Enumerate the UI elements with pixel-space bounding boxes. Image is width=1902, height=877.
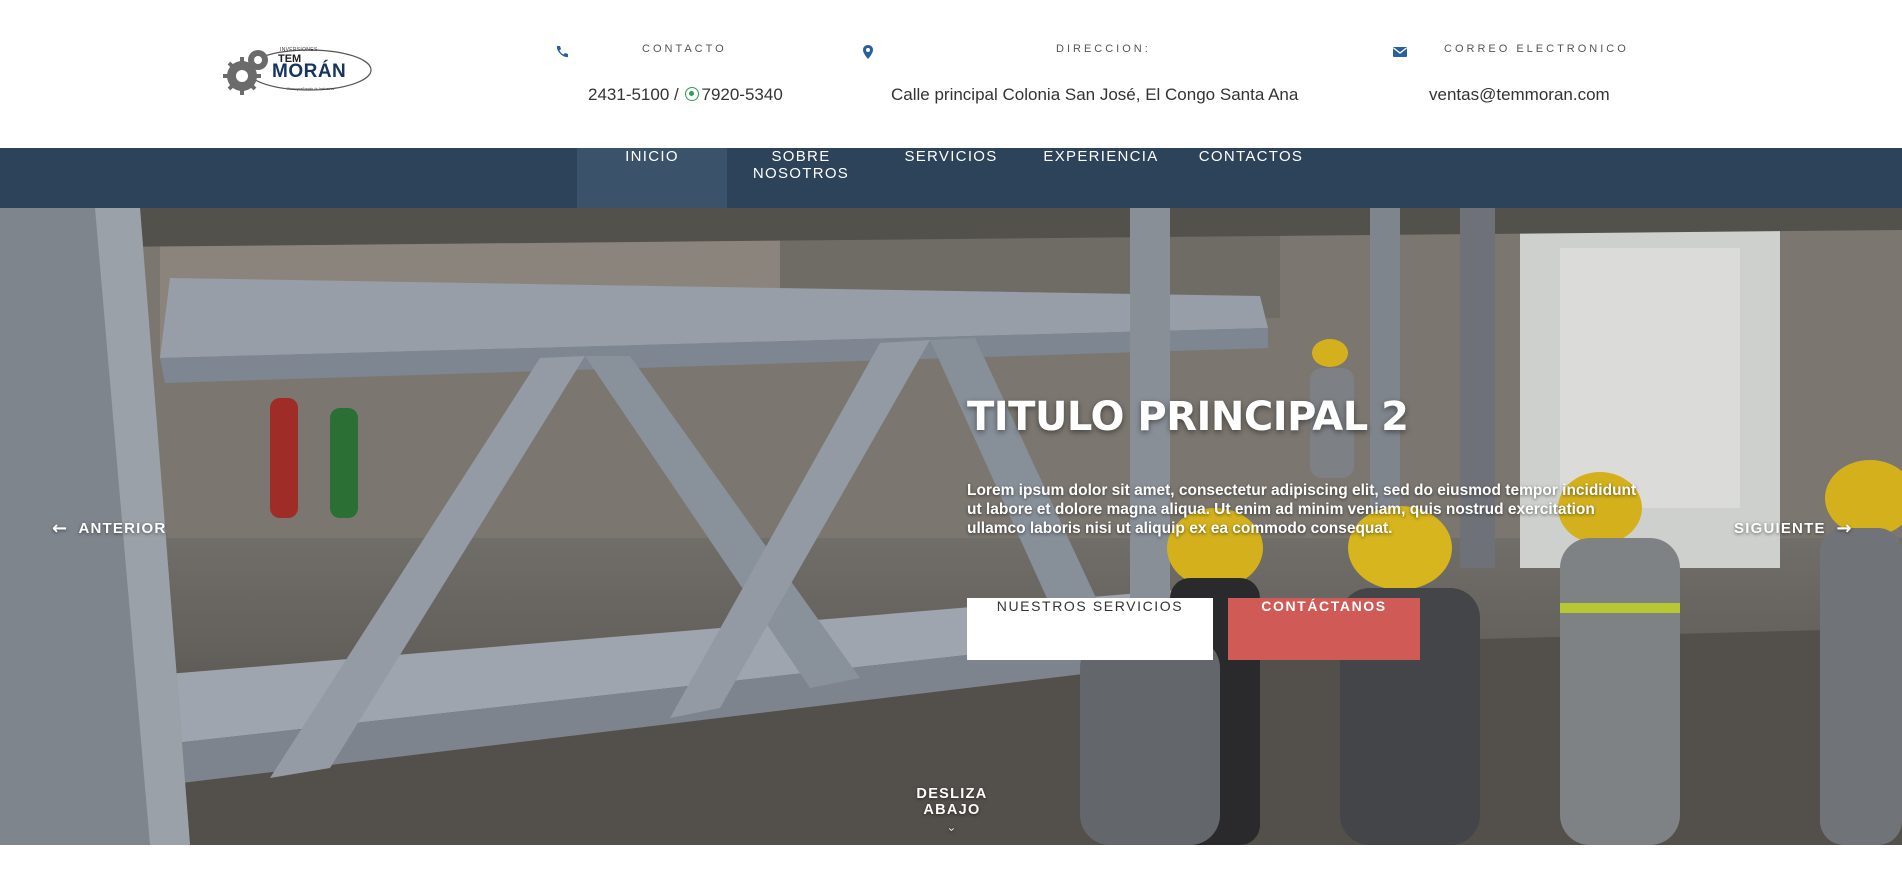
phone-value[interactable]: 2431-5100 / 7920-5340: [588, 85, 783, 105]
phone-number[interactable]: 2431-5100 /: [588, 85, 679, 104]
our-services-button[interactable]: NUESTROS SERVICIOS: [967, 598, 1213, 660]
contact-label: CONTACTO: [642, 43, 727, 55]
top-contact-bar: INVERSIONES TEM MORÁN "Acompañando la In…: [0, 0, 1902, 148]
scroll-down-label: DESLIZA ABAJO: [916, 786, 988, 818]
address-label: DIRECCION:: [1056, 43, 1151, 55]
logo-brand-text: MORÁN: [272, 61, 347, 82]
arrow-right-icon: →: [1836, 518, 1853, 539]
nav-item-experiencia[interactable]: EXPERIENCIA: [1040, 148, 1162, 208]
slider-prev-button[interactable]: ← ANTERIOR: [52, 518, 166, 539]
hero-title: TITULO PRINCIPAL 2: [967, 394, 1409, 440]
arrow-left-icon: ←: [52, 518, 69, 539]
scroll-down-link[interactable]: DESLIZA ABAJO ⌄: [890, 786, 1014, 834]
contact-us-button[interactable]: CONTÁCTANOS: [1228, 598, 1420, 660]
nav-item-inicio[interactable]: INICIO: [577, 148, 727, 208]
slider-prev-label: ANTERIOR: [78, 520, 167, 537]
nav-item-contactos[interactable]: CONTACTOS: [1190, 148, 1312, 208]
map-marker-icon: [863, 45, 873, 59]
email-label: CORREO ELECTRONICO: [1444, 43, 1629, 55]
nav-item-sobre-nosotros[interactable]: SOBRE NOSOTROS: [727, 148, 875, 208]
logo-slogan: "Acompañando la Industria": [286, 86, 336, 91]
hero-description: Lorem ipsum dolor sit amet, consectetur …: [967, 482, 1637, 537]
whatsapp-icon: [685, 87, 700, 101]
chevron-down-icon: ⌄: [946, 820, 958, 834]
company-logo[interactable]: INVERSIONES TEM MORÁN "Acompañando la In…: [214, 44, 374, 102]
nav-item-servicios[interactable]: SERVICIOS: [895, 148, 1007, 208]
slider-next-label: SIGUIENTE: [1734, 520, 1826, 537]
hero-slider: TITULO PRINCIPAL 2 Lorem ipsum dolor sit…: [0, 208, 1902, 845]
slider-next-button[interactable]: SIGUIENTE →: [1734, 518, 1853, 539]
email-value[interactable]: ventas@temmoran.com: [1429, 85, 1610, 105]
address-value: Calle principal Colonia San José, El Con…: [891, 85, 1299, 104]
main-navigation: INICIO SOBRE NOSOTROS SERVICIOS EXPERIEN…: [0, 148, 1902, 208]
whatsapp-number[interactable]: 7920-5340: [701, 85, 782, 104]
envelope-icon: [1393, 47, 1407, 57]
phone-icon: [556, 46, 568, 58]
